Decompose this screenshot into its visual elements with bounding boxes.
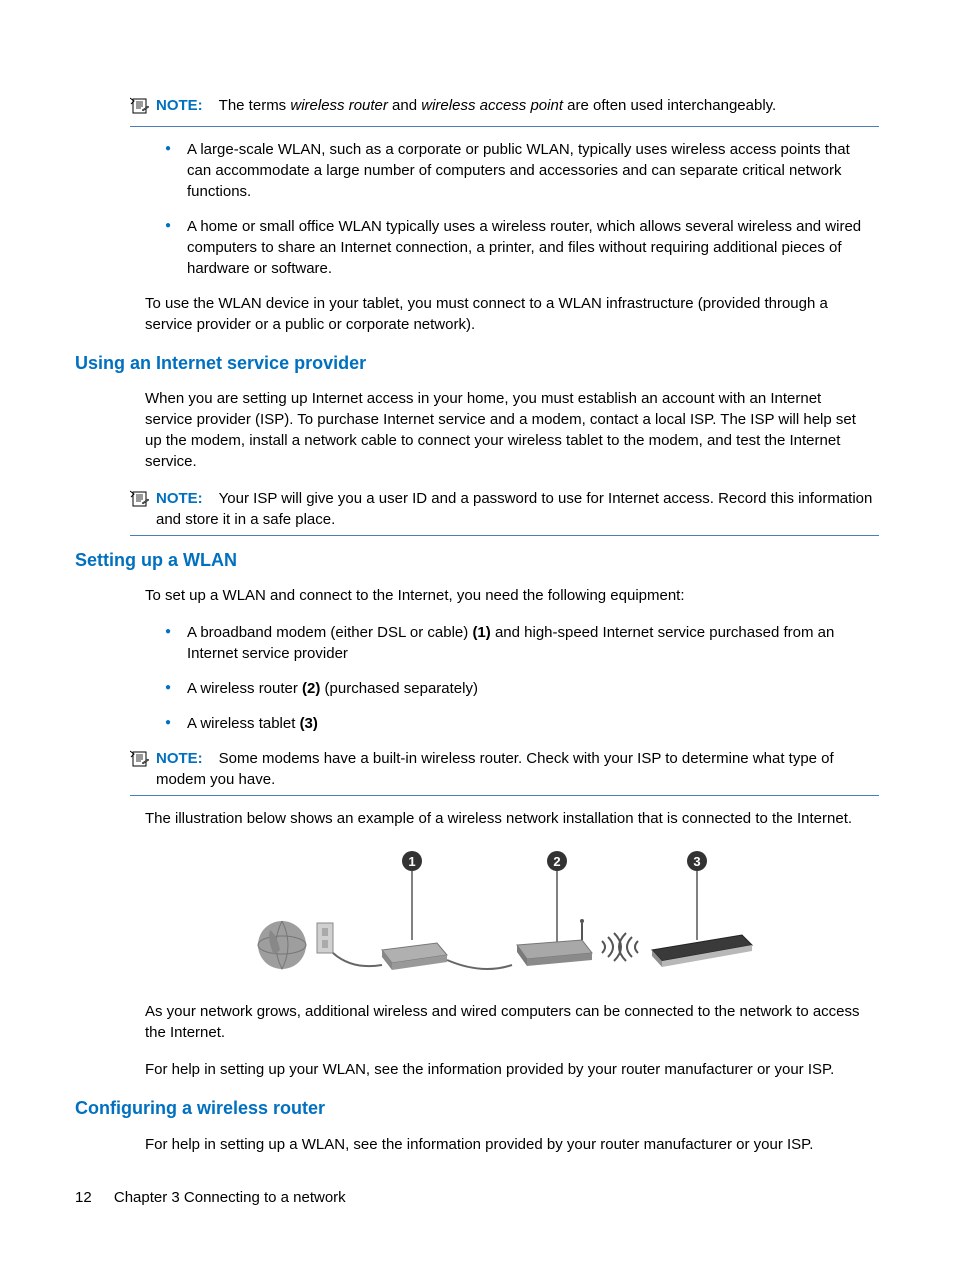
paragraph: For help in setting up your WLAN, see th… [145, 1059, 869, 1080]
list-item: A wireless router (2) (purchased separat… [165, 678, 869, 699]
bullet-list-2: A broadband modem (either DSL or cable) … [165, 622, 869, 734]
paragraph: For help in setting up a WLAN, see the i… [145, 1134, 869, 1155]
paragraph: To use the WLAN device in your tablet, y… [145, 293, 869, 335]
heading-isp: Using an Internet service provider [75, 351, 879, 376]
note-label: NOTE: [156, 490, 203, 507]
note-label: NOTE: [156, 750, 203, 767]
note-text: Some modems have a built-in wireless rou… [156, 750, 834, 788]
list-item: A broadband modem (either DSL or cable) … [165, 622, 869, 664]
heading-wlan: Setting up a WLAN [75, 548, 879, 573]
paragraph: When you are setting up Internet access … [145, 388, 869, 472]
heading-router: Configuring a wireless router [75, 1096, 879, 1121]
note-content: NOTE:Some modems have a built-in wireles… [156, 748, 879, 790]
svg-text:2: 2 [553, 854, 560, 869]
note-icon [130, 490, 150, 514]
bullet-list-1: A large-scale WLAN, such as a corporate … [165, 139, 869, 279]
list-item: A large-scale WLAN, such as a corporate … [165, 139, 869, 202]
note-content: NOTE: The terms wireless router and wirel… [156, 95, 879, 116]
note-content: NOTE:Your ISP will give you a user ID an… [156, 488, 879, 530]
network-illustration: 1 2 3 [145, 845, 879, 985]
note-icon [130, 97, 150, 121]
paragraph: As your network grows, additional wirele… [145, 1001, 869, 1043]
note-block-3: NOTE:Some modems have a built-in wireles… [130, 748, 879, 796]
svg-text:1: 1 [408, 854, 415, 869]
list-item: A home or small office WLAN typically us… [165, 216, 869, 279]
svg-text:3: 3 [693, 854, 700, 869]
note-icon [130, 750, 150, 774]
list-item: A wireless tablet (3) [165, 713, 869, 734]
note-text: The terms wireless router and wireless a… [219, 97, 777, 114]
note-block-1: NOTE: The terms wireless router and wirel… [130, 95, 879, 127]
chapter-label: Chapter 3 Connecting to a network [114, 1189, 346, 1206]
network-diagram-icon: 1 2 3 [252, 845, 772, 985]
paragraph: To set up a WLAN and connect to the Inte… [145, 585, 869, 606]
note-text: Your ISP will give you a user ID and a p… [156, 490, 872, 528]
page-number: 12 [75, 1187, 92, 1208]
note-label: NOTE: [156, 97, 203, 114]
page-footer: 12 Chapter 3 Connecting to a network [75, 1187, 346, 1208]
paragraph: The illustration below shows an example … [145, 808, 869, 829]
note-block-2: NOTE:Your ISP will give you a user ID an… [130, 488, 879, 536]
